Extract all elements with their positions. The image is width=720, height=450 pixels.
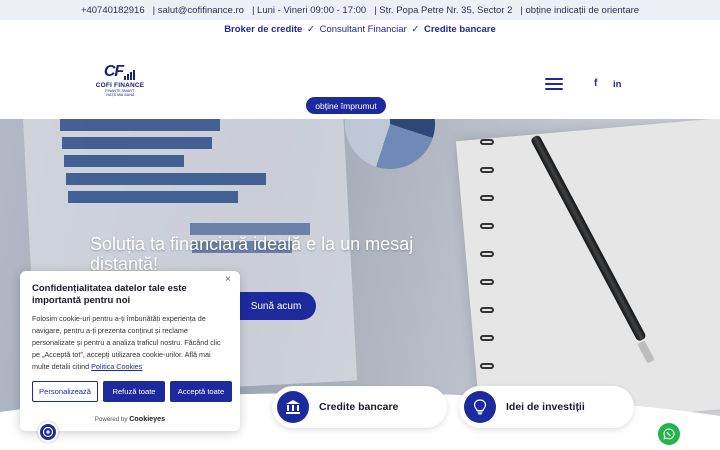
service-card-label: Idei de investiții [506, 401, 585, 413]
powered-by: Powered by Cookieyes [20, 414, 240, 423]
bank-icon [277, 391, 309, 423]
logo-slogan-line2: VIAȚĂ MAI BUNĂ [105, 93, 135, 97]
phone-link[interactable]: +40740182916 [81, 5, 145, 16]
logo-name: COFI FINANCE [95, 82, 145, 89]
accept-all-button[interactable]: Acceptă toate [170, 381, 232, 402]
site-logo[interactable]: CF COFI FINANCE FINANȚE SMART, VIAȚĂ MAI… [92, 64, 148, 98]
cookie-consent-banner: × Confidențialitatea datelor tale este i… [20, 271, 240, 431]
get-loan-button[interactable]: obține împrumut [306, 97, 386, 114]
cookieyes-logo: Cookieyes [129, 414, 166, 423]
address-text: | Str. Popa Petre Nr. 35, Sector 2 [374, 4, 513, 16]
close-icon[interactable]: × [225, 274, 231, 285]
tagline: Broker de credite ✓ Consultant Financiar… [0, 24, 720, 35]
check-icon: ✓ [306, 24, 315, 35]
powered-by-prefix: Powered by [94, 416, 128, 423]
check-icon: ✓ [411, 24, 420, 35]
service-card-bank-loans[interactable]: Credite bancare [272, 386, 447, 428]
menu-icon[interactable] [545, 78, 563, 91]
opening-hours: | Luni - Vineri 09:00 - 17:00 [251, 4, 367, 16]
tagline-consultant: Consultant Financiar [319, 24, 407, 35]
cookie-settings-icon[interactable] [38, 422, 58, 442]
reject-all-button[interactable]: Refuză toate [103, 381, 165, 402]
whatsapp-icon[interactable] [658, 423, 680, 445]
tagline-broker: Broker de credite [224, 24, 303, 35]
email-link[interactable]: | salut@cofifinance.ro [153, 5, 244, 16]
logo-mark: CF [92, 64, 148, 80]
service-card-investment-ideas[interactable]: Idei de investiții [459, 386, 634, 428]
bar-chart-icon [124, 64, 136, 80]
logo-letters: CF [103, 63, 124, 80]
customize-button[interactable]: Personalizează [32, 381, 98, 402]
hero-title: Soluția ta financiară ideală e la un mes… [90, 234, 414, 274]
directions-link[interactable]: | obține indicații de orientare [520, 5, 639, 16]
lightbulb-icon [464, 391, 496, 423]
cookie-description: Folosim cookie-uri pentru a-ți îmbunătăț… [32, 313, 228, 373]
contact-bar: +40740182916 | salut@cofifinance.ro | Lu… [0, 0, 720, 20]
cookie-title: Confidențialitatea datelor tale este imp… [32, 283, 187, 306]
cookie-policy-link[interactable]: Politica Cookies [91, 362, 142, 371]
linkedin-icon[interactable]: in [613, 79, 621, 90]
tagline-credits: Credite bancare [423, 24, 496, 35]
service-card-label: Credite bancare [319, 401, 399, 413]
cookie-buttons: Personalizează Refuză toate Acceptă toat… [32, 381, 232, 402]
facebook-icon[interactable]: f [594, 78, 597, 89]
